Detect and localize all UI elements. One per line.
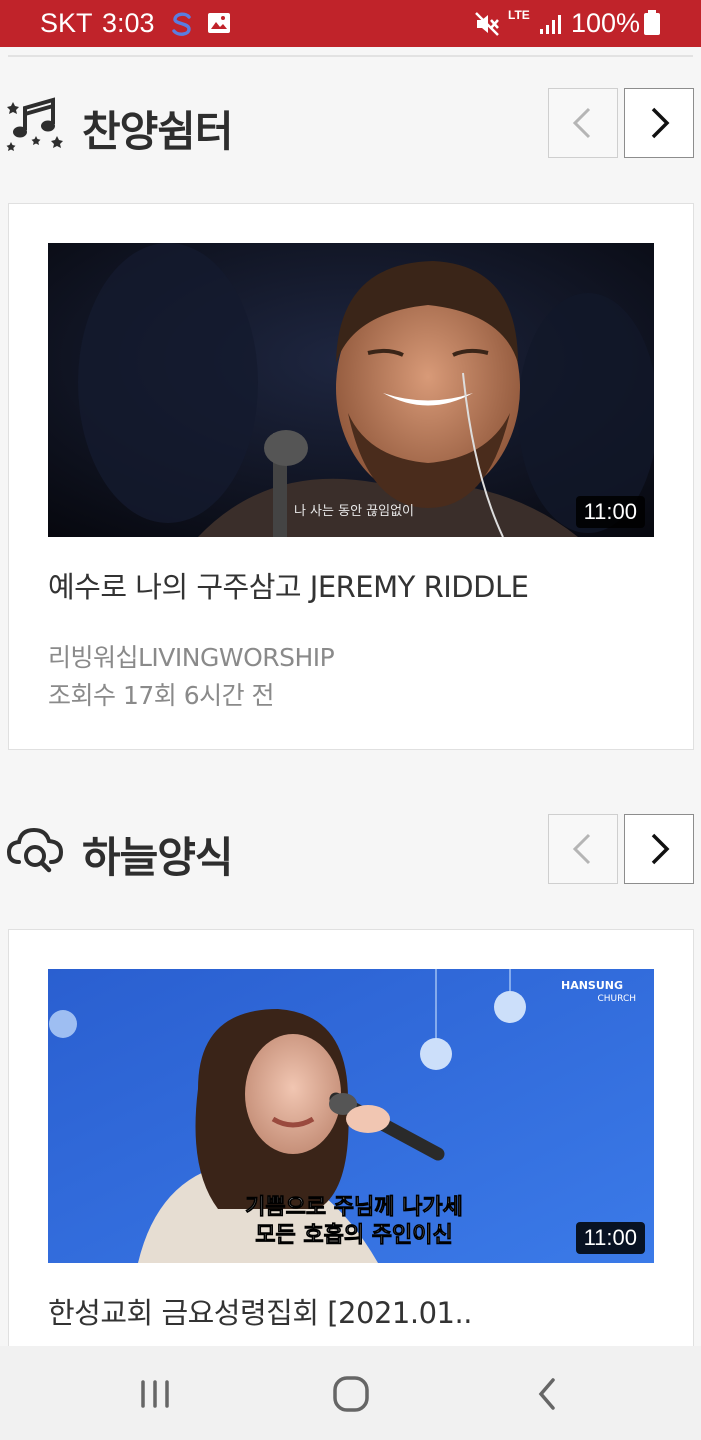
video-thumbnail-image: 나 사는 동안 끊임없이 (48, 243, 654, 537)
watermark: CHURCH (598, 994, 637, 1004)
next-button[interactable] (624, 814, 694, 884)
battery-icon (644, 10, 660, 35)
duration-badge: 11:00 (575, 1222, 645, 1254)
chevron-right-icon (651, 107, 670, 139)
carrier-label: SKT (40, 8, 93, 38)
video-subtitle-caption: 나 사는 동안 끊임없이 (294, 504, 414, 519)
section-title: 찬양쉼터 (82, 107, 234, 156)
chevron-right-icon (651, 833, 670, 865)
video-thumbnail-image: HANSUNG CHURCH 기쁨으로 주님께 나가세 모든 호흡의 주인이신 (48, 969, 654, 1263)
video-title[interactable]: 예수로 나의 구주삼고 JEREMY RIDDLE (48, 564, 529, 606)
section-header-praise: 찬양쉼터 (0, 86, 701, 166)
chevron-left-icon (572, 107, 591, 139)
video-subtitle-caption: 모든 호흡의 주인이신 (255, 1223, 452, 1248)
battery-level: 100% (571, 8, 641, 38)
clock: 3:03 (102, 8, 155, 38)
music-notes-icon (6, 97, 63, 151)
video-card[interactable]: 나 사는 동안 끊임없이 11:00 예수로 나의 구주삼고 JEREMY RI… (8, 203, 694, 750)
channel-name: 리빙워십LIVINGWORSHIP (48, 643, 335, 672)
top-divider (8, 55, 693, 57)
section-title: 하늘양식 (82, 833, 234, 882)
system-navigation-bar (0, 1346, 701, 1440)
cloud-search-icon (6, 827, 64, 873)
duration-badge: 11:00 (575, 496, 645, 528)
gallery-icon (208, 13, 230, 33)
home-icon[interactable] (321, 1366, 381, 1422)
video-subtitle-caption: 기쁨으로 주님께 나가세 (245, 1195, 463, 1220)
network-label: LTE (508, 8, 530, 22)
video-card[interactable]: HANSUNG CHURCH 기쁨으로 주님께 나가세 모든 호흡의 주인이신 … (8, 929, 694, 1359)
mute-icon (475, 12, 499, 36)
signal-icon (540, 15, 561, 34)
video-thumbnail[interactable]: HANSUNG CHURCH 기쁨으로 주님께 나가세 모든 호흡의 주인이신 … (48, 969, 654, 1263)
section-header-daily-bread: 하늘양식 (0, 812, 701, 892)
back-icon[interactable] (517, 1366, 577, 1422)
video-meta: 조회수 17회 6시간 전 (48, 681, 275, 710)
recent-apps-icon[interactable] (125, 1366, 185, 1422)
watermark: HANSUNG (561, 979, 623, 992)
s-app-icon (172, 12, 191, 36)
next-button[interactable] (624, 88, 694, 158)
status-bar: SKT 3:03 LTE 100% (0, 0, 701, 47)
video-thumbnail[interactable]: 나 사는 동안 끊임없이 11:00 (48, 243, 654, 537)
chevron-left-icon (572, 833, 591, 865)
video-title[interactable]: 한성교회 금요성령집회 [2021.01.. (48, 1290, 472, 1332)
prev-button[interactable] (548, 88, 618, 158)
prev-button[interactable] (548, 814, 618, 884)
